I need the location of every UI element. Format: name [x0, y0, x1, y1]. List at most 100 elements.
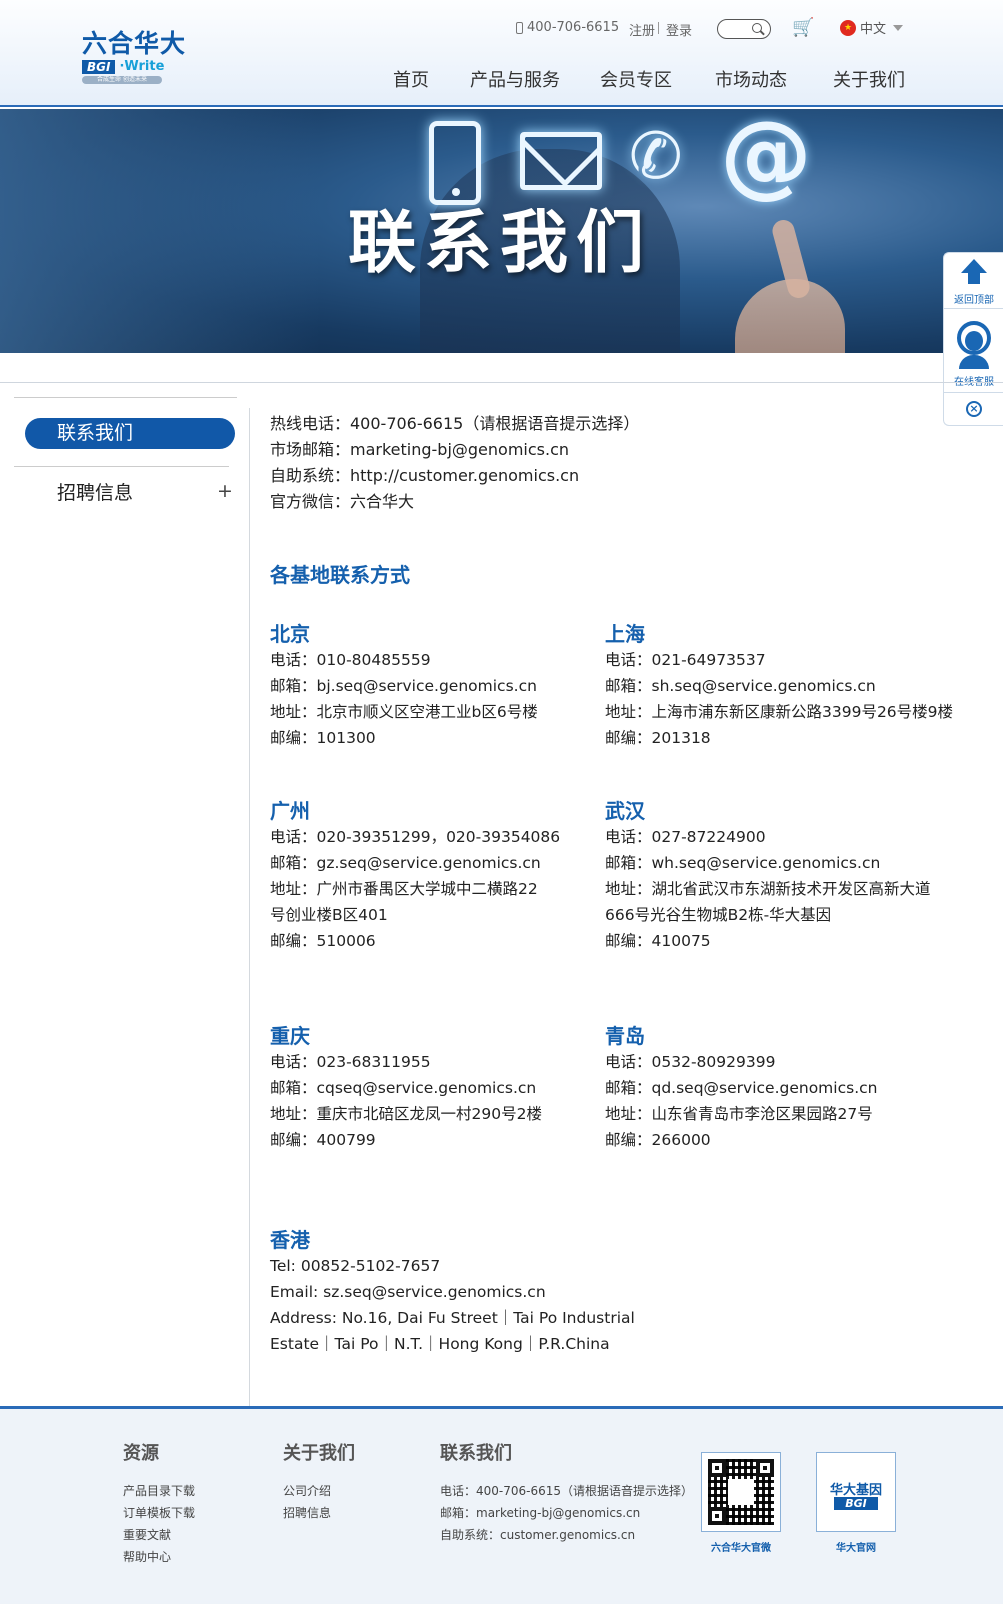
city-line: 邮编：410075 — [605, 932, 711, 950]
divider — [658, 22, 659, 34]
city-title-shanghai: 上海 — [605, 622, 645, 646]
nav-item-members[interactable]: 会员专区 — [600, 66, 672, 92]
footer-contact-line[interactable]: 自助系统：customer.genomics.cn — [440, 1526, 635, 1543]
at-glyph-icon: @ — [720, 109, 812, 208]
customer-service-icon-body — [959, 355, 989, 369]
qr-corner — [756, 1459, 774, 1477]
city-line: 邮箱：sh.seq@service.genomics.cn — [605, 677, 876, 695]
city-line: 邮箱：wh.seq@service.genomics.cn — [605, 854, 881, 872]
city-line: 邮箱：cqseq@service.genomics.cn — [270, 1079, 537, 1097]
login-link[interactable]: 登录 — [666, 20, 692, 39]
banner-title: 联系我们 — [348, 204, 653, 283]
divider — [249, 408, 250, 1406]
city-line: 邮箱：gz.seq@service.genomics.cn — [270, 854, 541, 872]
city-title-qingdao: 青岛 — [605, 1024, 645, 1048]
footer-link[interactable]: 产品目录下载 — [123, 1482, 195, 1499]
mail-glyph-icon — [520, 132, 602, 190]
header-phone: 400-706-6615 — [516, 20, 619, 35]
footer-contact-line[interactable]: 邮箱：marketing-bj@genomics.cn — [440, 1504, 640, 1521]
footer-resources-title: 资源 — [123, 1443, 159, 1464]
city-line: Estate｜Tai Po｜N.T.｜Hong Kong｜P.R.China — [270, 1335, 610, 1353]
city-title-wuhan: 武汉 — [605, 799, 645, 823]
phone-glyph-icon: ✆ — [629, 120, 683, 194]
nav-item-products[interactable]: 产品与服务 — [470, 66, 560, 92]
register-link[interactable]: 注册 — [629, 20, 655, 39]
city-title-hongkong: 香港 — [270, 1228, 310, 1252]
language-selector[interactable]: 中文 — [860, 18, 886, 37]
bases-title: 各基地联系方式 — [270, 563, 410, 587]
back-to-top-button[interactable]: 返回顶部 — [944, 253, 1003, 309]
search-icon[interactable] — [752, 23, 762, 33]
logo-cn-text: 六合华大 — [82, 29, 187, 58]
main-nav: 首页 产品与服务 会员专区 市场动态 关于我们 — [0, 66, 1003, 92]
city-title-guangzhou: 广州 — [270, 799, 310, 823]
city-line: 邮编：201318 — [605, 729, 711, 747]
cart-icon[interactable]: 🛒 — [792, 19, 814, 37]
wechat-qr-code — [701, 1452, 781, 1532]
city-line: 电话：021-64973537 — [605, 651, 766, 669]
city-line: 邮箱：bj.seq@service.genomics.cn — [270, 677, 537, 695]
header: 六合华大 BGI ·Write 合成生命 创造未来 400-706-6615 注… — [0, 0, 1003, 107]
footer: 资源 产品目录下载 订单模板下载 重要文献 帮助中心 关于我们 公司介绍 招聘信… — [0, 1406, 1003, 1604]
city-line: 邮编：400799 — [270, 1131, 376, 1149]
city-line: 地址：山东省青岛市李沧区果园路27号 — [605, 1105, 873, 1123]
city-line: 电话：027-87224900 — [605, 828, 766, 846]
city-line: 地址：广州市番禺区大学城中二横路22 — [270, 880, 538, 898]
city-line: 电话：010-80485559 — [270, 651, 431, 669]
divider — [0, 382, 1003, 383]
footer-link[interactable]: 订单模板下载 — [123, 1504, 195, 1521]
qr-corner — [708, 1459, 726, 1477]
back-to-top-icon-stem — [968, 273, 980, 284]
city-line: 电话：023-68311955 — [270, 1053, 431, 1071]
city-line: 地址：湖北省武汉市东湖新技术开发区高新大道 — [605, 880, 931, 898]
city-line: 邮箱：qd.seq@service.genomics.cn — [605, 1079, 878, 1097]
city-line: 666号光谷生物城B2栋-华大基因 — [605, 906, 832, 924]
close-circle-icon[interactable]: × — [966, 401, 982, 417]
sidebar-item-recruit[interactable]: 招聘信息 — [57, 478, 133, 505]
city-line: 地址：上海市浦东新区康新公路3399号26号楼9楼 — [605, 703, 954, 721]
footer-link[interactable]: 帮助中心 — [123, 1548, 171, 1565]
footer-about-title: 关于我们 — [283, 1443, 355, 1464]
city-line: 电话：020-39351299，020-39354086 — [270, 828, 561, 846]
self-service-link[interactable]: 自助系统：http://customer.genomics.cn — [270, 462, 579, 486]
city-line: Email: sz.seq@service.genomics.cn — [270, 1283, 546, 1301]
header-phone-number: 400-706-6615 — [527, 20, 620, 35]
back-to-top-label: 返回顶部 — [954, 295, 994, 306]
footer-link[interactable]: 重要文献 — [123, 1526, 171, 1543]
footer-contact-title: 联系我们 — [440, 1443, 512, 1464]
mobile-phone-icon — [516, 21, 523, 34]
search-input[interactable] — [717, 19, 771, 39]
city-line: 地址：北京市顺义区空港工业b区6号楼 — [270, 703, 538, 721]
page: 六合华大 BGI ·Write 合成生命 创造未来 400-706-6615 注… — [0, 0, 1003, 1604]
footer-contact-line: 电话：400-706-6615（请根据语音提示选择） — [440, 1484, 694, 1498]
city-line: 邮编：510006 — [270, 932, 376, 950]
caret-down-icon[interactable] — [893, 25, 903, 31]
customer-service-label: 在线客服 — [944, 373, 1003, 388]
city-line: 号创业楼B区401 — [270, 906, 388, 924]
footer-link[interactable]: 公司介绍 — [283, 1482, 331, 1499]
nav-item-about[interactable]: 关于我们 — [833, 66, 905, 92]
footer-link[interactable]: 招聘信息 — [283, 1504, 331, 1521]
plus-icon[interactable]: + — [217, 480, 233, 502]
qr-caption-bgi[interactable]: 华大官网 — [836, 1539, 876, 1554]
hotline: 热线电话：400-706-6615（请根据语音提示选择） — [270, 414, 640, 433]
qr-corner — [708, 1507, 726, 1525]
nav-item-home[interactable]: 首页 — [393, 66, 429, 92]
market-email[interactable]: 市场邮箱：marketing-bj@genomics.cn — [270, 436, 569, 460]
customer-service-icon-face — [965, 331, 983, 351]
city-line: 邮编：101300 — [270, 729, 376, 747]
sidebar-item-contact[interactable]: 联系我们 — [25, 418, 235, 449]
city-line: Tel: 00852-5102-7657 — [270, 1257, 441, 1275]
bgi-site-logo[interactable]: 华大基因 BGI — [816, 1452, 896, 1532]
banner: ✆ @ 联系我们 — [0, 109, 1003, 353]
qr-logo — [728, 1479, 754, 1505]
city-line: 地址：重庆市北碚区龙凤一村290号2楼 — [270, 1105, 542, 1123]
nav-item-market[interactable]: 市场动态 — [715, 66, 787, 92]
city-title-chongqing: 重庆 — [270, 1024, 310, 1048]
city-line: 电话：0532-80929399 — [605, 1053, 776, 1071]
wechat: 官方微信：六合华大 — [270, 492, 415, 511]
china-flag-icon: ★ — [840, 20, 856, 36]
customer-service-button[interactable]: 在线客服 — [944, 309, 1003, 393]
city-line: 邮编：266000 — [605, 1131, 711, 1149]
back-to-top-icon — [961, 259, 987, 273]
